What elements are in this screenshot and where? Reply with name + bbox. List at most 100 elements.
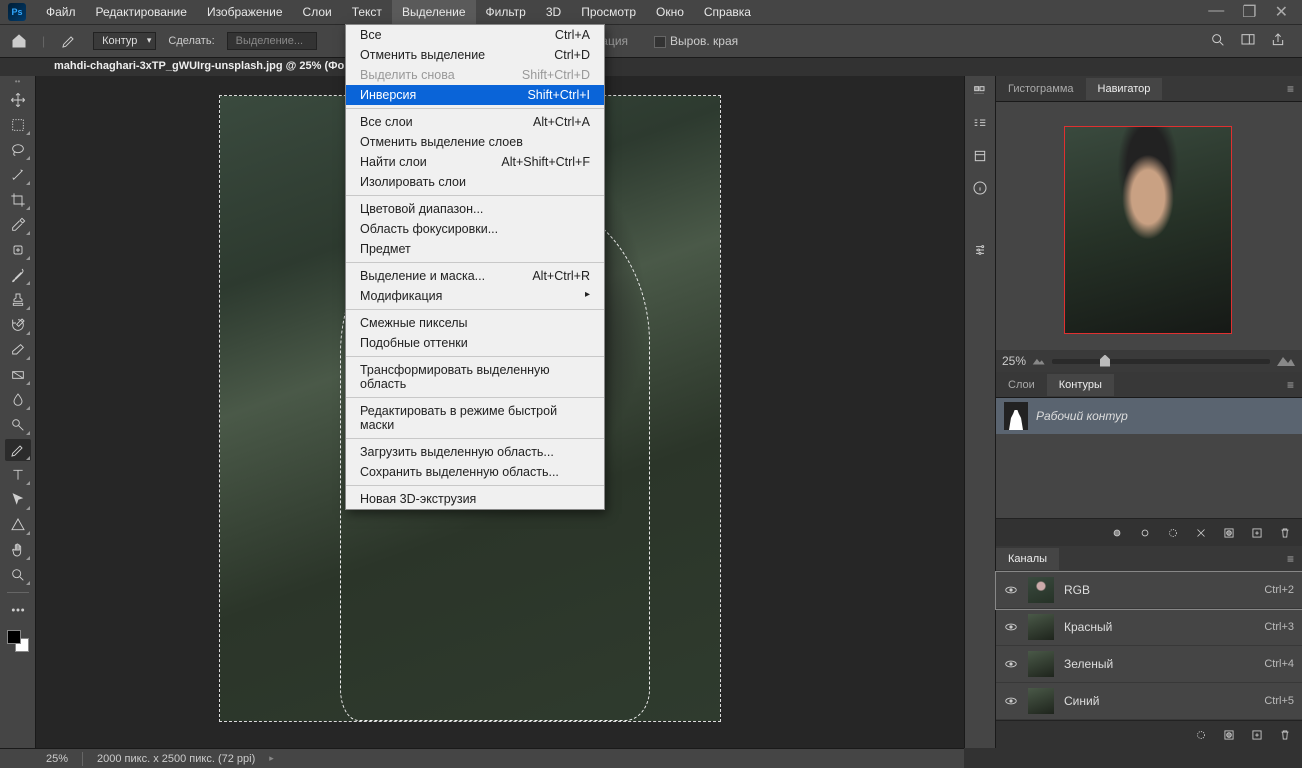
menuitem[interactable]: Трансформировать выделенную область (346, 360, 604, 394)
path-item[interactable]: Рабочий контур (996, 398, 1302, 434)
menu-слои[interactable]: Слои (293, 0, 342, 24)
histogram-tab[interactable]: Гистограмма (996, 78, 1086, 100)
brush-tool[interactable] (5, 264, 31, 286)
stamp-tool[interactable] (5, 289, 31, 311)
home-icon[interactable] (8, 31, 30, 51)
panel-menu-icon[interactable]: ≡ (1287, 82, 1302, 96)
search-icon[interactable] (1210, 32, 1226, 51)
stroke-path-icon[interactable] (1138, 526, 1152, 540)
menuitem[interactable]: Сохранить выделенную область... (346, 462, 604, 482)
zoom-out-icon[interactable] (1032, 356, 1046, 366)
type-tool[interactable] (5, 464, 31, 486)
fill-path-icon[interactable] (1110, 526, 1124, 540)
delete-channel-icon[interactable] (1278, 728, 1292, 742)
menuitem[interactable]: Смежные пикселы (346, 313, 604, 333)
workspace-layout-icon[interactable] (1240, 32, 1256, 51)
zoom-in-icon[interactable] (1276, 354, 1296, 368)
delete-path-icon[interactable] (1278, 526, 1292, 540)
menu-просмотр[interactable]: Просмотр (571, 0, 646, 24)
adjustments-panel-icon[interactable] (970, 240, 990, 260)
menu-текст[interactable]: Текст (342, 0, 392, 24)
channel-row[interactable]: КрасныйCtrl+3 (996, 609, 1302, 646)
menu-справка[interactable]: Справка (694, 0, 761, 24)
edge-trim-checkbox[interactable] (654, 36, 666, 48)
crop-tool[interactable] (5, 189, 31, 211)
minimize-icon[interactable]: — (1208, 2, 1224, 22)
menuitem[interactable]: Модификация (346, 286, 604, 306)
menu-3d[interactable]: 3D (536, 0, 571, 24)
menuitem[interactable]: Загрузить выделенную область... (346, 442, 604, 462)
menuitem[interactable]: Предмет (346, 239, 604, 259)
blur-tool[interactable] (5, 389, 31, 411)
make-path-icon[interactable] (1194, 526, 1208, 540)
color-swatch[interactable] (7, 630, 29, 652)
channel-row[interactable]: СинийCtrl+5 (996, 683, 1302, 720)
channel-row[interactable]: ЗеленыйCtrl+4 (996, 646, 1302, 683)
panel-menu-icon[interactable]: ≡ (1287, 378, 1302, 392)
palette-grip[interactable]: •• (0, 80, 35, 86)
lasso-tool[interactable] (5, 139, 31, 161)
pen-tool[interactable] (5, 439, 31, 461)
paths-tab[interactable]: Контуры (1047, 374, 1114, 396)
layers-tab[interactable]: Слои (996, 374, 1047, 396)
channels-tab[interactable]: Каналы (996, 548, 1059, 570)
menuitem[interactable]: ИнверсияShift+Ctrl+I (346, 85, 604, 105)
edit-toolbar-icon[interactable] (5, 599, 31, 621)
load-selection-icon[interactable] (1166, 526, 1180, 540)
channel-row[interactable]: RGBCtrl+2 (996, 572, 1302, 609)
zoom-slider[interactable] (1052, 359, 1270, 364)
visibility-icon[interactable] (1004, 583, 1018, 597)
load-channel-selection-icon[interactable] (1194, 728, 1208, 742)
close-icon[interactable]: ✕ (1275, 2, 1288, 22)
libraries-panel-icon[interactable] (970, 146, 990, 166)
menuitem[interactable]: Подобные оттенки (346, 333, 604, 353)
shape-tool[interactable] (5, 514, 31, 536)
selection-button[interactable]: Выделение... (227, 32, 317, 50)
menuitem[interactable]: Цветовой диапазон... (346, 199, 604, 219)
zoom-tool[interactable] (5, 564, 31, 586)
path-mode-select[interactable]: Контур (93, 32, 156, 50)
visibility-icon[interactable] (1004, 657, 1018, 671)
menuitem[interactable]: Новая 3D-экструзия (346, 489, 604, 509)
document-tab[interactable]: mahdi-chaghari-3xTP_gWUIrg-unsplash.jpg … (44, 58, 354, 74)
menuitem[interactable]: Найти слоиAlt+Shift+Ctrl+F (346, 152, 604, 172)
menuitem[interactable]: Изолировать слои (346, 172, 604, 192)
menu-окно[interactable]: Окно (646, 0, 694, 24)
menuitem[interactable]: Область фокусировки... (346, 219, 604, 239)
menuitem[interactable]: Отменить выделение слоев (346, 132, 604, 152)
move-tool[interactable] (5, 89, 31, 111)
menuitem[interactable]: Все слоиAlt+Ctrl+A (346, 112, 604, 132)
history-brush-tool[interactable] (5, 314, 31, 336)
eraser-tool[interactable] (5, 339, 31, 361)
new-channel-icon[interactable] (1250, 728, 1264, 742)
info-panel-icon[interactable] (970, 178, 990, 198)
new-path-icon[interactable] (1250, 526, 1264, 540)
swatches-panel-icon[interactable] (970, 114, 990, 134)
gradient-tool[interactable] (5, 364, 31, 386)
menuitem[interactable]: Редактировать в режиме быстрой маски (346, 401, 604, 435)
menuitem[interactable]: Выделение и маска...Alt+Ctrl+R (346, 266, 604, 286)
pen-tool-icon[interactable] (57, 29, 81, 53)
menuitem[interactable]: Отменить выделениеCtrl+D (346, 45, 604, 65)
navigator-tab[interactable]: Навигатор (1086, 78, 1163, 100)
menu-выделение[interactable]: Выделение (392, 0, 476, 24)
mask-icon[interactable] (1222, 526, 1236, 540)
dodge-tool[interactable] (5, 414, 31, 436)
visibility-icon[interactable] (1004, 620, 1018, 634)
eyedropper-tool[interactable] (5, 214, 31, 236)
hand-tool[interactable] (5, 539, 31, 561)
save-selection-channel-icon[interactable] (1222, 728, 1236, 742)
menu-файл[interactable]: Файл (36, 0, 86, 24)
healing-tool[interactable] (5, 239, 31, 261)
color-panel-icon[interactable] (970, 82, 990, 102)
visibility-icon[interactable] (1004, 694, 1018, 708)
menu-изображение[interactable]: Изображение (197, 0, 293, 24)
restore-icon[interactable]: ❐ (1242, 2, 1256, 22)
panel-menu-icon[interactable]: ≡ (1287, 552, 1302, 566)
menuitem[interactable]: ВсеCtrl+A (346, 25, 604, 45)
share-icon[interactable] (1270, 32, 1286, 51)
marquee-tool[interactable] (5, 114, 31, 136)
menu-редактирование[interactable]: Редактирование (86, 0, 197, 24)
path-select-tool[interactable] (5, 489, 31, 511)
wand-tool[interactable] (5, 164, 31, 186)
